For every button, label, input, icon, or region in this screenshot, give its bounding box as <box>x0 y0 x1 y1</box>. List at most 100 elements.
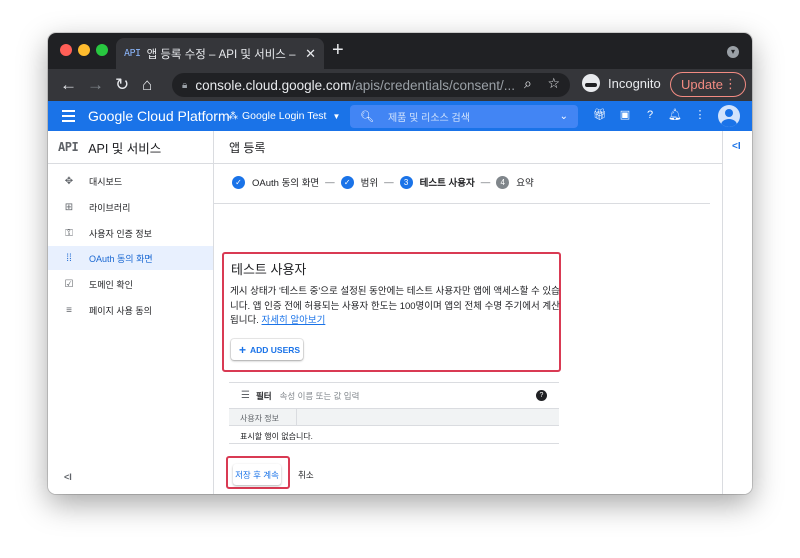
cloud-shell-icon[interactable]: ▣ <box>618 108 632 122</box>
api-logo-icon: API <box>58 140 79 154</box>
step-scopes[interactable]: 범위 <box>361 175 378 189</box>
settings-list-icon: ≡ <box>66 304 72 316</box>
filter-input[interactable]: 속성 이름 또는 값 입력 <box>280 390 536 402</box>
incognito-indicator[interactable]: Incognito <box>582 74 661 92</box>
omnibox-icons: ⌕ ☆ <box>524 75 560 92</box>
zoom-search-icon[interactable]: ⌕ <box>524 75 532 91</box>
plus-icon: + <box>239 342 247 357</box>
avatar[interactable] <box>718 105 740 127</box>
help-icon[interactable]: ? <box>536 390 547 401</box>
sidebar-item-label: 대시보드 <box>89 176 123 187</box>
check-icon: ✓ <box>340 175 354 189</box>
step-test-users: 테스트 사용자 <box>419 178 475 189</box>
tab-close-icon[interactable]: ✕ <box>305 46 316 62</box>
step-number-badge: 4 <box>496 175 510 189</box>
column-divider <box>296 409 297 426</box>
dashboard-icon: ✥ <box>64 175 74 187</box>
url-path: /apis/credentials/consent/... <box>351 77 516 93</box>
gcp-header: Google Cloud Platform ⁂ Google Login Tes… <box>48 101 752 131</box>
notifications-bell-icon[interactable]: 🔔︎ <box>668 108 682 122</box>
chevron-down-icon[interactable]: ⌄ <box>560 111 568 122</box>
learn-more-link[interactable]: 자세히 알아보기 <box>262 315 326 326</box>
home-icon[interactable]: ⌂ <box>142 74 152 96</box>
page-title: 앱 등록 <box>214 131 722 164</box>
search-placeholder: 제품 및 리소스 검색 <box>387 113 470 124</box>
sidebar-title: API 및 서비스 <box>88 141 162 156</box>
browser-window: API 앱 등록 수정 – API 및 서비스 – Goo ✕ + ▾ ← → … <box>48 33 752 494</box>
step-separator: — <box>384 176 394 188</box>
project-hex-icon: ⁂ <box>228 110 238 122</box>
sidebar-item-dashboard[interactable]: ✥ 대시보드 <box>48 169 213 193</box>
sidebar-item-label: OAuth 동의 화면 <box>89 253 153 264</box>
brand-title[interactable]: Google Cloud Platform <box>88 108 230 124</box>
reload-icon[interactable]: ↻ <box>115 74 129 96</box>
url-host: console.cloud.google.com <box>195 77 352 93</box>
divider <box>214 203 710 204</box>
step-separator: — <box>325 176 335 188</box>
sidebar-item-page-usage-agreement[interactable]: ≡ 페이지 사용 동의 <box>48 298 213 322</box>
incognito-label: Incognito <box>608 75 661 91</box>
section-title: 테스트 사용자 <box>231 262 307 277</box>
sidebar-item-library[interactable]: ⊞ 라이브러리 <box>48 195 213 219</box>
browser-tab[interactable]: API 앱 등록 수정 – API 및 서비스 – Goo ✕ <box>116 38 324 69</box>
search-icon: 🔍︎ <box>360 111 374 123</box>
tab-title: 앱 등록 수정 – API 및 서비스 – Goo <box>146 48 300 61</box>
step-number-badge: 3 <box>399 175 413 189</box>
sidebar-item-domain-verification[interactable]: ☑ 도메인 확인 <box>48 272 213 296</box>
maximize-window-button[interactable] <box>96 44 108 56</box>
filter-label: 필터 <box>255 390 272 401</box>
address-bar[interactable]: 🔒︎ console.cloud.google.com /apis/creden… <box>172 73 570 97</box>
resource-search[interactable]: 🔍︎ 제품 및 리소스 검색 ⌄ <box>350 105 578 128</box>
sidebar-item-label: 사용자 인증 정보 <box>89 228 152 239</box>
domain-check-icon: ☑ <box>64 278 74 290</box>
right-panel: <I <box>722 131 752 494</box>
cancel-button[interactable]: 취소 <box>298 469 314 481</box>
more-options-icon[interactable]: ⋮ <box>693 108 707 122</box>
expand-panel-icon[interactable]: <I <box>732 141 741 152</box>
incognito-icon <box>582 74 600 92</box>
tab-search-icon[interactable]: ▾ <box>727 46 739 58</box>
project-name: Google Login Test <box>242 110 327 122</box>
forward-arrow-icon[interactable]: → <box>87 74 104 96</box>
table-header: 사용자 정보 <box>229 408 559 426</box>
step-separator: — <box>480 176 491 188</box>
sidebar-header: API API 및 서비스 <box>48 131 213 164</box>
sidebar-item-oauth-consent[interactable]: ⁞⁞ OAuth 동의 화면 <box>48 246 213 270</box>
gift-icon[interactable]: 🎁︎ <box>593 108 607 122</box>
caret-down-icon: ▼ <box>332 111 341 121</box>
update-label: Update <box>681 77 723 92</box>
close-window-button[interactable] <box>60 44 72 56</box>
description-text: 게시 상태가 '테스트 중'으로 설정된 동안에는 테스트 사용자만 앱에 액세… <box>230 285 560 329</box>
stepper: ✓ OAuth 동의 화면 — ✓ 범위 — 3 테스트 사용자 — 4 요약 <box>232 175 534 189</box>
check-icon: ✓ <box>232 175 245 189</box>
browser-menu-icon[interactable]: ⋮ <box>724 76 737 92</box>
main-content: 앱 등록 ✓ OAuth 동의 화면 — ✓ 범위 — 3 테스트 사용자 — … <box>214 131 722 494</box>
minimize-window-button[interactable] <box>78 44 90 56</box>
column-header-user-info[interactable]: 사용자 정보 <box>240 413 279 424</box>
collapse-sidebar-icon[interactable]: <I <box>64 472 72 482</box>
sidebar-item-label: 페이지 사용 동의 <box>89 305 152 316</box>
key-icon: ⚿ <box>65 227 73 239</box>
sidebar: API API 및 서비스 ✥ 대시보드 ⊞ 라이브러리 ⚿ 사용자 인증 정보… <box>48 131 214 494</box>
help-icon[interactable]: ? <box>643 108 657 122</box>
new-tab-button[interactable]: + <box>332 40 344 60</box>
filter-icon: ☰ <box>241 390 250 401</box>
hamburger-menu-icon[interactable] <box>62 110 75 122</box>
sidebar-item-label: 도메인 확인 <box>89 279 133 290</box>
add-users-button[interactable]: + ADD USERS <box>231 339 303 360</box>
update-button[interactable]: Update ⋮ <box>670 72 746 97</box>
save-continue-button[interactable]: 저장 후 계속 <box>233 464 281 485</box>
back-arrow-icon[interactable]: ← <box>60 74 77 96</box>
sidebar-item-credentials[interactable]: ⚿ 사용자 인증 정보 <box>48 221 213 245</box>
step-summary: 요약 <box>516 178 534 189</box>
lock-icon: 🔒︎ <box>182 79 188 91</box>
project-selector[interactable]: ⁂ Google Login Test ▼ <box>228 110 340 122</box>
sidebar-item-label: 라이브러리 <box>89 202 131 213</box>
step-oauth-consent[interactable]: OAuth 동의 화면 <box>252 175 319 189</box>
filter-bar[interactable]: ☰ 필터 속성 이름 또는 값 입력 ? <box>229 382 559 408</box>
browser-toolbar: ← → ↻ ⌂ 🔒︎ console.cloud.google.com /api… <box>48 69 752 101</box>
library-icon: ⊞ <box>64 201 74 213</box>
oauth-icon: ⁞⁞ <box>66 252 72 264</box>
table-empty-row: 표시할 행이 없습니다. <box>229 426 559 444</box>
bookmark-star-icon[interactable]: ☆ <box>547 75 560 91</box>
